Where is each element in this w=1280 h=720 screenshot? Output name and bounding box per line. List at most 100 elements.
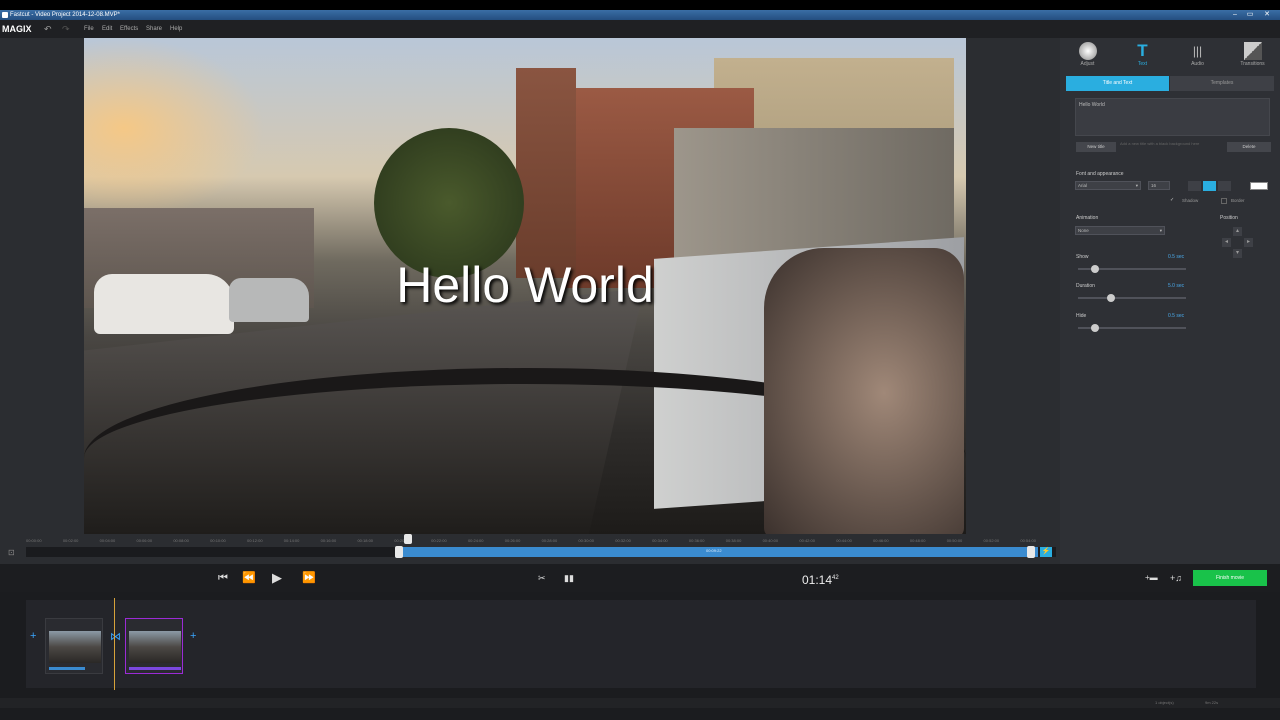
tab-text-label: Text xyxy=(1137,61,1148,67)
zoom-fit-icon[interactable]: ⊡ xyxy=(8,548,15,557)
hide-value: 0.5 sec xyxy=(1168,313,1185,319)
align-center-icon[interactable] xyxy=(1203,181,1216,191)
tab-audio[interactable]: ||| Audio xyxy=(1170,38,1225,68)
ruler-tick-label: 00:26:00 xyxy=(504,538,521,543)
position-left-icon[interactable]: ◂ xyxy=(1222,238,1231,247)
timeline-ruler[interactable]: ⊡ 00:00:00 00:02:00 00:04:00 00:06:00 00:08:… xyxy=(0,534,1058,560)
scene-clock-tower xyxy=(516,68,576,278)
playhead-handle[interactable] xyxy=(404,534,412,544)
text-color-swatch[interactable] xyxy=(1250,182,1268,190)
align-right-icon[interactable] xyxy=(1218,181,1231,191)
ruler-tick-label: 00:48:00 xyxy=(909,538,926,543)
tab-audio-label: Audio xyxy=(1191,61,1204,67)
timecode: 01:1442 xyxy=(802,564,839,594)
audio-icon: ||| xyxy=(1192,44,1203,58)
slider-knob[interactable] xyxy=(1090,324,1099,332)
new-title-button[interactable]: New title xyxy=(1076,142,1116,152)
menu-edit[interactable]: Edit xyxy=(102,20,112,38)
add-media-icon[interactable]: +▬ xyxy=(1145,564,1158,592)
window-title: Fastcut - Video Project 2014-12-08.MVP* xyxy=(10,12,120,18)
storyboard-area[interactable]: + ⋈ + xyxy=(26,600,1256,688)
position-right-icon[interactable]: ▸ xyxy=(1244,238,1253,247)
ruler-tick-label: 00:02:00 xyxy=(62,538,79,543)
show-slider[interactable] xyxy=(1078,265,1186,273)
font-select[interactable]: Arial ▾ xyxy=(1075,181,1141,190)
tab-transitions[interactable]: Transitions xyxy=(1225,38,1280,68)
align-left-icon[interactable] xyxy=(1188,181,1201,191)
adjust-icon xyxy=(1078,42,1097,60)
ruler-tick-label: 00:06:00 xyxy=(136,538,153,543)
finish-movie-button[interactable]: Finish movie xyxy=(1193,570,1267,586)
ruler-tick-label: 00:04:00 xyxy=(99,538,116,543)
ruler-tick-label: 00:52:00 xyxy=(983,538,1000,543)
position-down-icon[interactable]: ▾ xyxy=(1233,249,1242,258)
hide-slider[interactable] xyxy=(1078,324,1186,332)
position-heading: Position xyxy=(1220,215,1238,221)
ruler-tick-label: 00:44:00 xyxy=(836,538,852,543)
clip-2[interactable] xyxy=(125,618,183,674)
insert-plus-icon[interactable]: + xyxy=(190,630,196,642)
ruler-tick-label: 00:10:00 xyxy=(210,538,226,543)
duration-slider[interactable] xyxy=(1078,294,1186,302)
ruler-tick-label: 00:22:00 xyxy=(431,538,447,543)
add-music-icon[interactable]: +♫ xyxy=(1170,564,1182,592)
menu-file[interactable]: File xyxy=(84,20,94,38)
border-checkbox[interactable] xyxy=(1221,198,1227,204)
undo-icon[interactable]: ↶ xyxy=(44,20,52,38)
range-start-handle[interactable] xyxy=(395,546,403,558)
tab-transitions-label: Transitions xyxy=(1240,61,1265,67)
transition-icon[interactable]: ⋈ xyxy=(110,630,121,643)
clip-1[interactable] xyxy=(45,618,103,674)
redo-icon[interactable]: ↷ xyxy=(62,20,70,38)
close-button[interactable]: ✕ xyxy=(1262,11,1272,19)
menu-effects[interactable]: Effects xyxy=(120,20,138,38)
ruler-tick-label: 00:00:00 xyxy=(26,538,42,543)
cut-icon[interactable]: ✂ xyxy=(538,564,546,592)
split-icon[interactable]: ▮▮ xyxy=(564,564,574,592)
storyboard-playhead[interactable] xyxy=(114,598,115,690)
rewind-icon[interactable]: ⏪ xyxy=(242,564,256,592)
lightning-icon[interactable]: ⚡ xyxy=(1040,547,1052,557)
transport-bar: ⏮ ⏪ ▶ ⏩ ✂ ▮▮ 01:1442 +▬ +♫ Finish movie xyxy=(0,564,1280,592)
range-end-handle[interactable] xyxy=(1027,546,1035,558)
font-size-stepper[interactable]: 16 xyxy=(1148,181,1170,190)
menu-share[interactable]: Share xyxy=(146,20,162,38)
text-icon: T xyxy=(1137,41,1148,60)
shadow-checkbox[interactable]: ✓ xyxy=(1170,197,1174,203)
minimize-button[interactable]: – xyxy=(1230,11,1240,19)
app-icon xyxy=(2,12,8,18)
play-icon[interactable]: ▶ xyxy=(272,564,282,592)
insert-plus-icon[interactable]: + xyxy=(30,630,36,642)
storyboard: + ⋈ + 1 object(s) 9m 22s xyxy=(0,592,1280,720)
animation-select[interactable]: None ▾ xyxy=(1075,226,1165,235)
slider-knob[interactable] xyxy=(1090,265,1099,273)
duration-label: Duration xyxy=(1076,283,1095,289)
status-duration: 9m 22s xyxy=(1205,700,1219,705)
maximize-button[interactable]: ▭ xyxy=(1245,11,1255,19)
title-overlay-text[interactable]: Hello World xyxy=(84,256,966,314)
position-up-icon[interactable]: ▴ xyxy=(1233,227,1242,236)
magix-logo: MAGIX xyxy=(2,24,32,34)
video-preview[interactable]: Hello World xyxy=(84,38,966,534)
chevron-down-icon: ▾ xyxy=(1135,183,1138,188)
animation-heading: Animation xyxy=(1076,215,1099,221)
window-titlebar: Fastcut - Video Project 2014-12-08.MVP* … xyxy=(0,10,1280,20)
clip-thumbnail xyxy=(129,631,181,663)
title-text-input[interactable]: Hello World xyxy=(1075,98,1270,136)
tab-adjust[interactable]: Adjust xyxy=(1060,38,1115,68)
tab-adjust-label: Adjust xyxy=(1080,61,1095,67)
delete-button[interactable]: Delete xyxy=(1227,142,1271,152)
ruler-tick-label: 00:18:00 xyxy=(357,538,374,543)
skip-start-icon[interactable]: ⏮ xyxy=(218,564,228,592)
top-bezel xyxy=(0,0,1280,10)
fast-forward-icon[interactable]: ⏩ xyxy=(302,564,316,592)
ruler-tick-label: 00:16:00 xyxy=(320,538,337,543)
subtab-title-and-text[interactable]: Title and Text xyxy=(1066,76,1169,91)
timecode-main: 01:14 xyxy=(802,573,833,587)
slider-knob[interactable] xyxy=(1107,294,1116,302)
ruler-tick-label: 00:54:00 xyxy=(1020,538,1036,543)
tab-text[interactable]: T Text xyxy=(1115,38,1170,68)
menu-help[interactable]: Help xyxy=(170,20,182,38)
duration-value: 5.0 sec xyxy=(1168,283,1185,289)
subtab-templates[interactable]: Templates xyxy=(1170,76,1274,91)
